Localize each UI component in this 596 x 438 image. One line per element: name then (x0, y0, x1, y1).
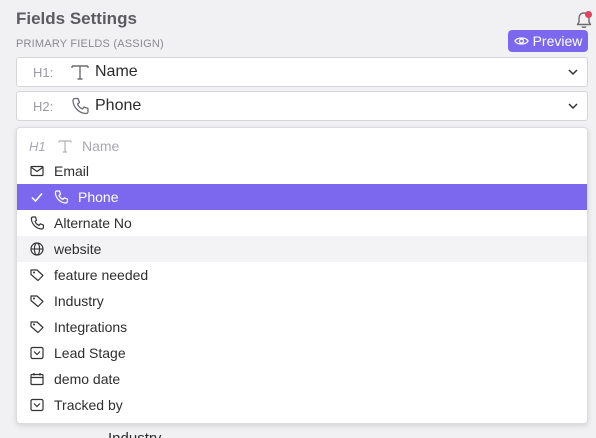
field-select-h1[interactable]: H1: Name (16, 57, 588, 87)
select-box-icon (29, 345, 45, 361)
check-icon (29, 189, 45, 205)
notification-bell[interactable] (574, 10, 594, 30)
option-label: Phone (78, 189, 119, 205)
dropdown-option-demo-date[interactable]: demo date (17, 366, 587, 392)
option-label: website (54, 241, 102, 257)
preview-button[interactable]: Preview (508, 30, 588, 52)
slot-label: H1 (29, 138, 46, 154)
chevron-down-icon[interactable] (559, 68, 587, 76)
page-title: Fields Settings (16, 9, 137, 28)
dropdown-option-feature-needed[interactable]: feature needed (17, 262, 587, 288)
option-label: Lead Stage (54, 345, 126, 361)
option-label: Tracked by (54, 397, 123, 413)
option-label: Email (54, 163, 90, 179)
slot-label: H1: (33, 64, 54, 80)
field-value: Phone (95, 97, 142, 114)
option-label: Name (82, 138, 120, 154)
dropdown-option-email[interactable]: Email (17, 158, 587, 184)
dropdown-header-option: H1 Name (17, 133, 587, 159)
dropdown-option-integrations[interactable]: Integrations (17, 314, 587, 340)
phone-icon (29, 215, 45, 231)
background-field-label: Industry (108, 430, 161, 438)
dropdown-option-industry[interactable]: Industry (17, 288, 587, 314)
calendar-icon (29, 371, 45, 387)
slot-label: H2: (33, 98, 54, 114)
text-icon (57, 138, 73, 154)
dropdown-option-phone[interactable]: Phone (17, 184, 587, 210)
tag-icon (29, 293, 45, 309)
select-box-icon (29, 397, 45, 413)
option-label: demo date (54, 371, 121, 387)
phone-icon (53, 189, 69, 205)
dropdown-option-alternate-no[interactable]: Alternate No (17, 210, 587, 236)
chevron-down-icon[interactable] (559, 102, 587, 110)
preview-label: Preview (532, 33, 583, 49)
section-label: PRIMARY FIELDS (ASSIGN) (16, 38, 164, 50)
option-label: feature needed (54, 267, 149, 283)
dropdown-option-tracked-by[interactable]: Tracked by (17, 392, 587, 418)
option-label: Integrations (54, 319, 128, 335)
field-select-h2[interactable]: H2: Phone (16, 91, 588, 121)
tag-icon (29, 319, 45, 335)
notification-dot (585, 11, 592, 18)
mail-icon (29, 163, 45, 179)
tag-icon (29, 267, 45, 283)
field-options-dropdown[interactable]: H1 Name Email Phone Alternate No website (16, 127, 588, 424)
option-label: Industry (54, 293, 104, 309)
dropdown-option-lead-stage[interactable]: Lead Stage (17, 340, 587, 366)
phone-icon (67, 96, 93, 116)
eye-icon (513, 37, 529, 45)
text-icon (67, 63, 93, 81)
option-label: Alternate No (54, 215, 132, 231)
field-value: Name (95, 63, 138, 80)
dropdown-option-website[interactable]: website (17, 236, 587, 262)
globe-icon (29, 241, 45, 257)
